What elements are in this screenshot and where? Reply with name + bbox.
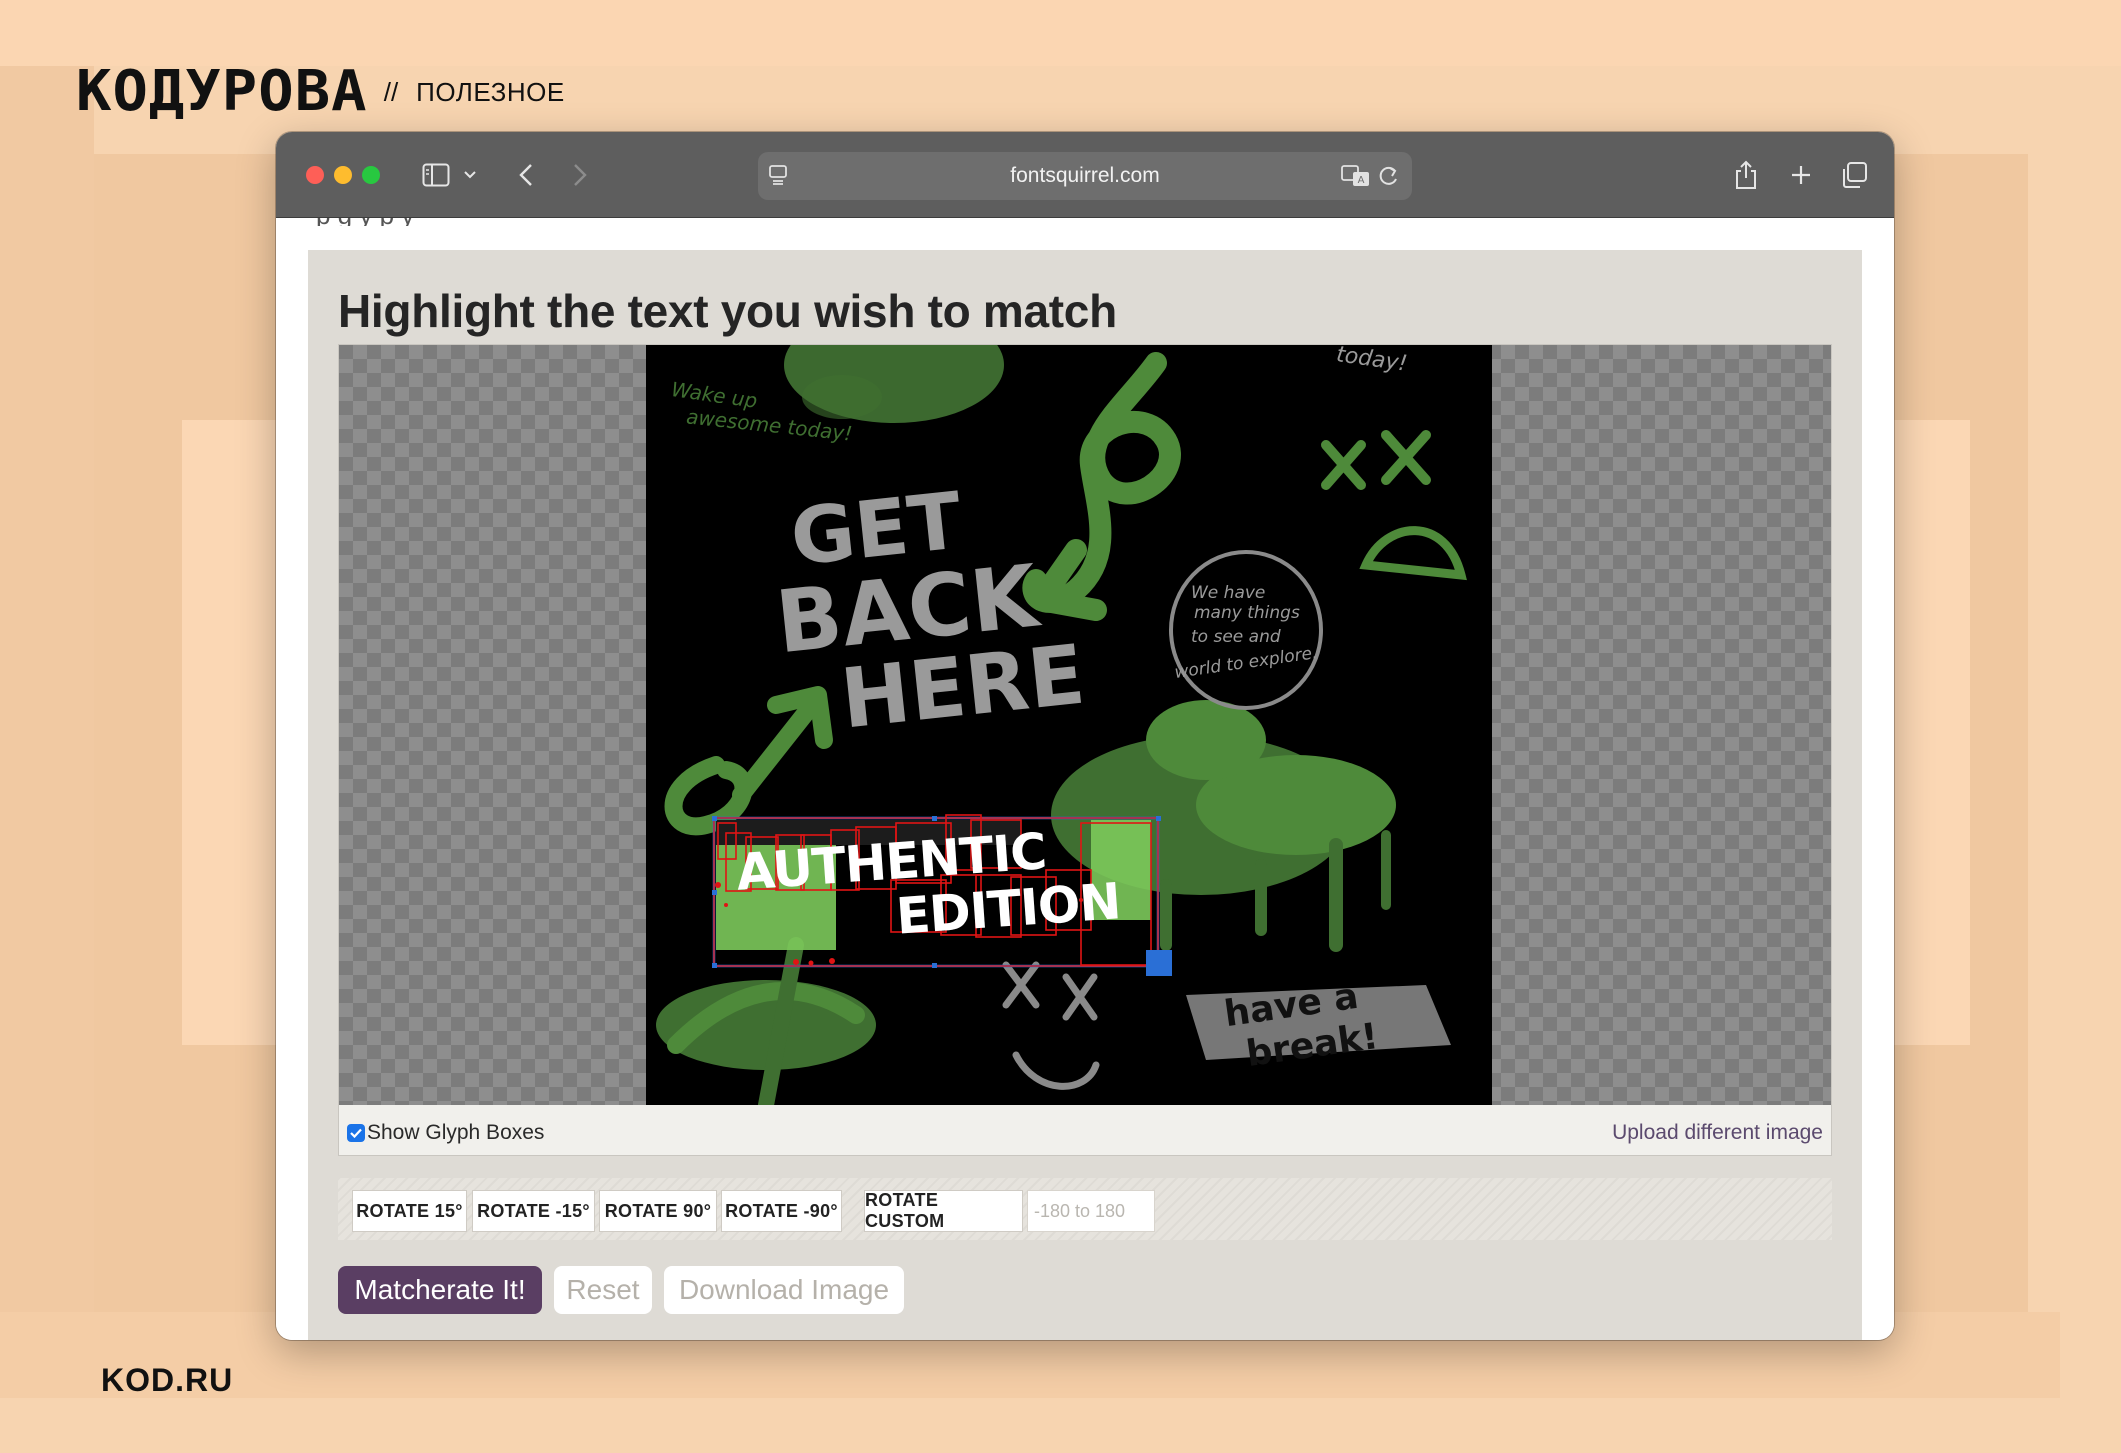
sidebar-icon[interactable] (420, 158, 452, 192)
new-tab-icon[interactable] (1788, 158, 1814, 192)
svg-text:A: A (1358, 175, 1365, 186)
browser-window: fontsquirrel.com A p g y p y (276, 132, 1894, 1340)
url-text: fontsquirrel.com (1010, 164, 1160, 187)
rotate-custom-button[interactable]: ROTATE CUSTOM (864, 1190, 1023, 1232)
share-icon[interactable] (1732, 158, 1760, 192)
upload-different-image-link[interactable]: Upload different image (1612, 1121, 1823, 1145)
tabs-overview-icon[interactable] (1838, 158, 1870, 192)
download-image-button[interactable]: Download Image (664, 1266, 904, 1314)
backdrop-band (0, 0, 2121, 66)
image-canvas[interactable]: Wake up awesome today! today! GET BACK H… (339, 345, 1831, 1105)
reload-icon[interactable] (1378, 164, 1400, 193)
matcherate-button[interactable]: Matcherate It! (338, 1266, 542, 1314)
editor-footer: Show Glyph Boxes Upload different image (339, 1105, 1831, 1155)
rotate-minus-90-button[interactable]: ROTATE -90° (721, 1190, 842, 1232)
minimize-window-button[interactable] (334, 166, 352, 184)
uploaded-image[interactable]: Wake up awesome today! today! GET BACK H… (646, 345, 1492, 1105)
page-viewport: p g y p y Highlight the text you wish to… (276, 218, 1894, 1340)
rotate-15-button[interactable]: ROTATE 15° (352, 1190, 467, 1232)
circle-text-line-2: many things (1194, 603, 1300, 623)
circle-text-line-1: We have (1191, 583, 1266, 603)
page-title: Highlight the text you wish to match (338, 285, 1117, 337)
image-editor: Wake up awesome today! today! GET BACK H… (338, 344, 1832, 1156)
rotate-minus-15-button[interactable]: ROTATE -15° (472, 1190, 595, 1232)
forward-icon[interactable] (570, 158, 590, 192)
back-icon[interactable] (516, 158, 536, 192)
brand-header: KOДУРОВА // ПОЛЕЗНОЕ (76, 64, 565, 120)
backdrop-band (0, 66, 94, 1386)
checkbox-checked-icon[interactable] (347, 1124, 365, 1142)
circle-text-line-3: to see and (1191, 627, 1281, 647)
browser-toolbar: fontsquirrel.com A (276, 132, 1894, 218)
reset-button[interactable]: Reset (554, 1266, 652, 1314)
rotate-custom-input[interactable]: -180 to 180 (1027, 1190, 1155, 1232)
brand-tagline: ПОЛЕЗНОЕ (416, 76, 565, 107)
rotate-90-button[interactable]: ROTATE 90° (599, 1190, 717, 1232)
show-glyph-boxes-toggle[interactable]: Show Glyph Boxes (347, 1121, 544, 1145)
cut-off-text: p g y p y (316, 218, 916, 226)
chevron-down-icon[interactable] (462, 158, 478, 192)
brand-logo: KOДУРОВА (76, 59, 368, 124)
translate-icon[interactable]: A (1341, 164, 1371, 193)
footer-brand: KOD.RU (101, 1362, 234, 1398)
rotate-controls: ROTATE 15° ROTATE -15° ROTATE 90° ROTATE… (338, 1178, 1832, 1240)
show-glyph-boxes-label: Show Glyph Boxes (367, 1121, 545, 1144)
brand-separator: // (383, 76, 399, 107)
poster-artwork (656, 345, 1467, 1105)
close-window-button[interactable] (306, 166, 324, 184)
address-bar[interactable]: fontsquirrel.com A (758, 152, 1412, 200)
zoom-window-button[interactable] (362, 166, 380, 184)
matcherator-panel: Highlight the text you wish to match Wak… (308, 250, 1862, 1340)
